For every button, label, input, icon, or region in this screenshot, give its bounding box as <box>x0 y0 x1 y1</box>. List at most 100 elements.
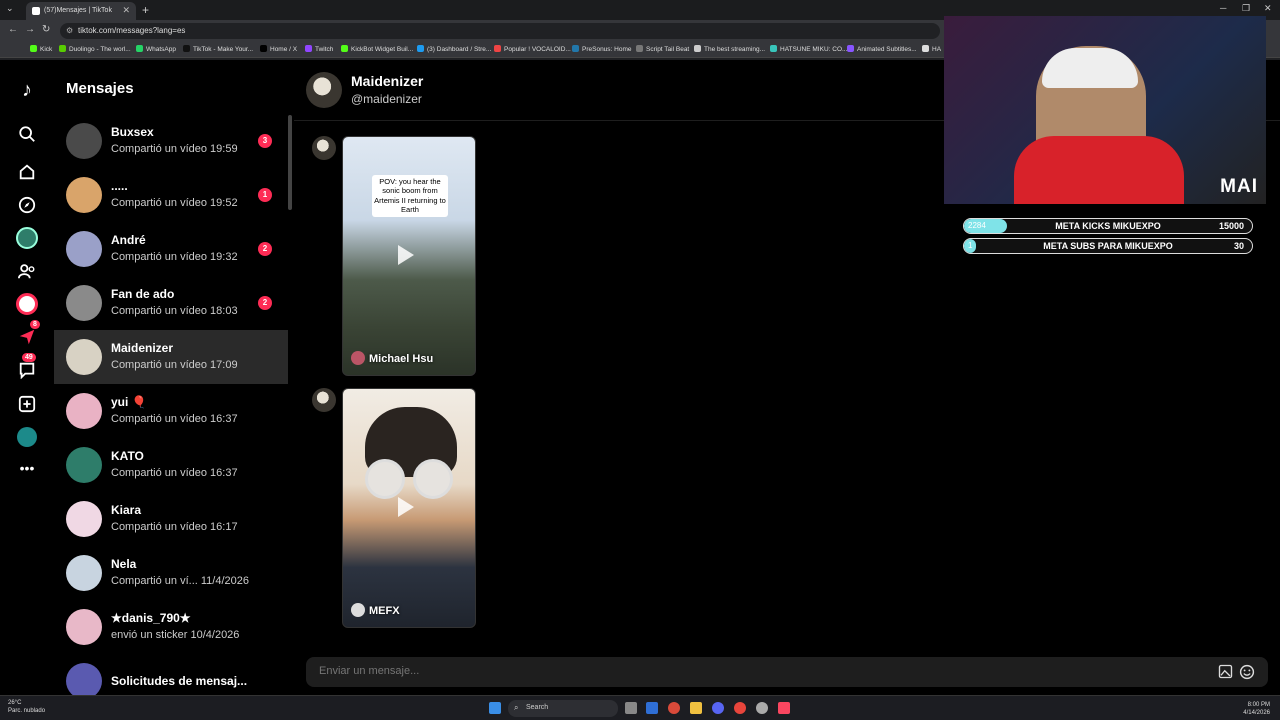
shared-video-card[interactable]: POV: you hear the sonic boom from Artemi… <box>342 136 476 376</box>
weather-widget[interactable]: 26°C Parc. nublado <box>8 700 45 716</box>
bookmark-label: Duolingo - The worl... <box>69 46 131 53</box>
weather-temp: 26°C <box>8 700 22 706</box>
emoji-icon[interactable] <box>1239 664 1255 680</box>
conversation-item[interactable]: Maidenizer Compartió un vídeo 17:09 <box>54 330 288 384</box>
sidebar-scrollbar[interactable] <box>288 115 292 210</box>
bookmark-item[interactable]: Script Tail Beat <box>636 45 689 53</box>
chat-avatar[interactable] <box>306 72 342 108</box>
video-caption: POV: you hear the sonic boom from Artemi… <box>372 175 448 217</box>
conversation-item[interactable]: KATO Compartió un vídeo 16:37 <box>54 438 288 492</box>
conversation-name: ..... <box>111 179 128 193</box>
task-view-icon[interactable] <box>625 702 637 714</box>
minimize-icon[interactable]: ─ <box>1220 3 1226 13</box>
bookmark-item[interactable]: The best streaming... <box>694 45 765 53</box>
bookmark-label: Home / X <box>270 46 298 53</box>
conversation-item[interactable]: Buxsex Compartió un vídeo 19:59 3 <box>54 114 288 168</box>
address-bar[interactable]: ⚙ tiktok.com/messages?lang=es <box>60 23 940 39</box>
bookmark-item[interactable]: Animated Subtitles... <box>847 45 917 53</box>
chat-name[interactable]: Maidenizer <box>351 73 423 89</box>
channel-logo: MAI <box>1220 176 1258 197</box>
close-window-icon[interactable]: ✕ <box>1264 3 1272 14</box>
profile-icon[interactable] <box>14 424 40 450</box>
music-icon[interactable] <box>778 702 790 714</box>
bookmark-item[interactable]: PreSonus: Home <box>572 45 632 53</box>
conversation-avatar <box>66 555 102 591</box>
bookmark-item[interactable]: TikTok - Make Your... <box>183 45 253 53</box>
character-glasses <box>365 459 405 499</box>
message-avatar[interactable] <box>312 388 336 412</box>
image-icon[interactable] <box>1217 664 1233 680</box>
message-avatar[interactable] <box>312 136 336 160</box>
activity-icon[interactable]: 8 <box>14 320 40 350</box>
site-info-icon[interactable]: ⚙ <box>66 26 73 35</box>
conversation-item[interactable]: yui 🎈 Compartió un vídeo 16:37 <box>54 384 288 438</box>
conversation-item[interactable]: ..... Compartió un vídeo 19:52 1 <box>54 168 288 222</box>
bookmark-item[interactable]: WhatsApp <box>136 45 176 53</box>
bookmark-item[interactable]: Kick <box>30 45 52 53</box>
start-icon[interactable] <box>489 702 501 714</box>
explore-icon[interactable] <box>14 192 40 218</box>
bookmark-item[interactable]: Popular ! VOCALOID... <box>494 45 571 53</box>
conversation-item[interactable]: André Compartió un vídeo 19:32 2 <box>54 222 288 276</box>
conversation-preview: Compartió un vídeo 19:32 <box>111 251 238 263</box>
conversation-item[interactable]: ★danis_790★ envió un sticker 10/4/2026 <box>54 600 288 654</box>
conversation-item[interactable]: Kiara Compartió un vídeo 16:17 <box>54 492 288 546</box>
goal-target: 15000 <box>1218 221 1244 231</box>
app-icon[interactable] <box>668 702 680 714</box>
more-icon[interactable]: ••• <box>14 455 40 481</box>
conversation-name: Buxsex <box>111 125 154 139</box>
following-icon[interactable] <box>14 258 40 284</box>
streamer-shirt <box>1014 136 1184 204</box>
play-icon[interactable] <box>398 245 414 265</box>
upload-icon[interactable] <box>14 391 40 417</box>
conversation-preview: Compartió un vídeo 17:09 <box>111 359 238 371</box>
play-icon[interactable] <box>398 497 414 517</box>
goal-label: META SUBS PARA MIKUEXPO <box>1043 241 1173 251</box>
conversation-item[interactable]: Solicitudes de mensaj... <box>54 654 288 695</box>
tab-search-icon[interactable]: ⌄ <box>6 3 14 14</box>
inbox-badge: 49 <box>22 353 36 362</box>
bookmark-item[interactable]: HATSUNE MIKU: CO... <box>770 45 847 53</box>
bookmark-item[interactable]: (3) Dashboard / Stre... <box>417 45 491 53</box>
close-tab-icon[interactable]: ✕ <box>122 5 130 16</box>
home-icon[interactable] <box>14 159 40 185</box>
new-tab-icon[interactable]: + <box>142 3 149 17</box>
goal-bar: 2284 META KICKS MIKUEXPO 15000 <box>963 218 1253 234</box>
back-icon[interactable]: ← <box>8 24 18 35</box>
reload-icon[interactable]: ↻ <box>42 24 50 35</box>
bookmark-item[interactable]: HA <box>922 45 941 53</box>
bookmark-item[interactable]: Twitch <box>305 45 333 53</box>
tiktok-logo-icon[interactable]: ♪ <box>14 77 40 103</box>
goal-label: META KICKS MIKUEXPO <box>1055 221 1161 231</box>
edge-icon[interactable] <box>646 702 658 714</box>
settings-icon[interactable] <box>756 702 768 714</box>
bookmark-item[interactable]: Home / X <box>260 45 297 53</box>
shared-video-card[interactable]: MEFX <box>342 388 476 628</box>
bookmark-item[interactable]: KickBot Widget Buil... <box>341 45 413 53</box>
browser-tab[interactable]: (57)Mensajes | TikTok ✕ <box>26 2 136 20</box>
conversation-item[interactable]: Nela Compartió un ví... 11/4/2026 <box>54 546 288 600</box>
tab-title: (57)Mensajes | TikTok <box>44 7 112 14</box>
bookmark-favicon-icon <box>847 45 854 52</box>
conversation-name: Solicitudes de mensaj... <box>111 674 248 688</box>
live-icon[interactable] <box>14 291 40 317</box>
system-clock[interactable]: 8:00 PM 4/14/2026 <box>1243 701 1270 717</box>
conversation-item[interactable]: Fan de ado Compartió un vídeo 18:03 2 <box>54 276 288 330</box>
restore-icon[interactable]: ❐ <box>1242 3 1250 14</box>
chrome-icon[interactable] <box>734 702 746 714</box>
inbox-icon[interactable]: 49 <box>14 353 40 383</box>
forward-icon[interactable]: → <box>25 24 35 35</box>
bookmark-label: Script Tail Beat <box>646 46 690 53</box>
search-icon[interactable] <box>14 121 40 147</box>
profile-avatar-icon[interactable] <box>14 225 40 251</box>
discord-icon[interactable] <box>712 702 724 714</box>
conversation-preview: Compartió un vídeo 19:52 <box>111 197 238 209</box>
bookmark-item[interactable]: Duolingo - The worl... <box>59 45 131 53</box>
conversation-avatar <box>66 339 102 375</box>
search-icon: ⌕ <box>514 703 519 712</box>
message-input[interactable] <box>319 665 461 677</box>
file-explorer-icon[interactable] <box>690 702 702 714</box>
taskbar-search[interactable]: ⌕ Search <box>508 700 618 717</box>
chat-handle: @maidenizer <box>351 92 422 106</box>
conversation-preview: Compartió un vídeo 16:17 <box>111 521 238 533</box>
